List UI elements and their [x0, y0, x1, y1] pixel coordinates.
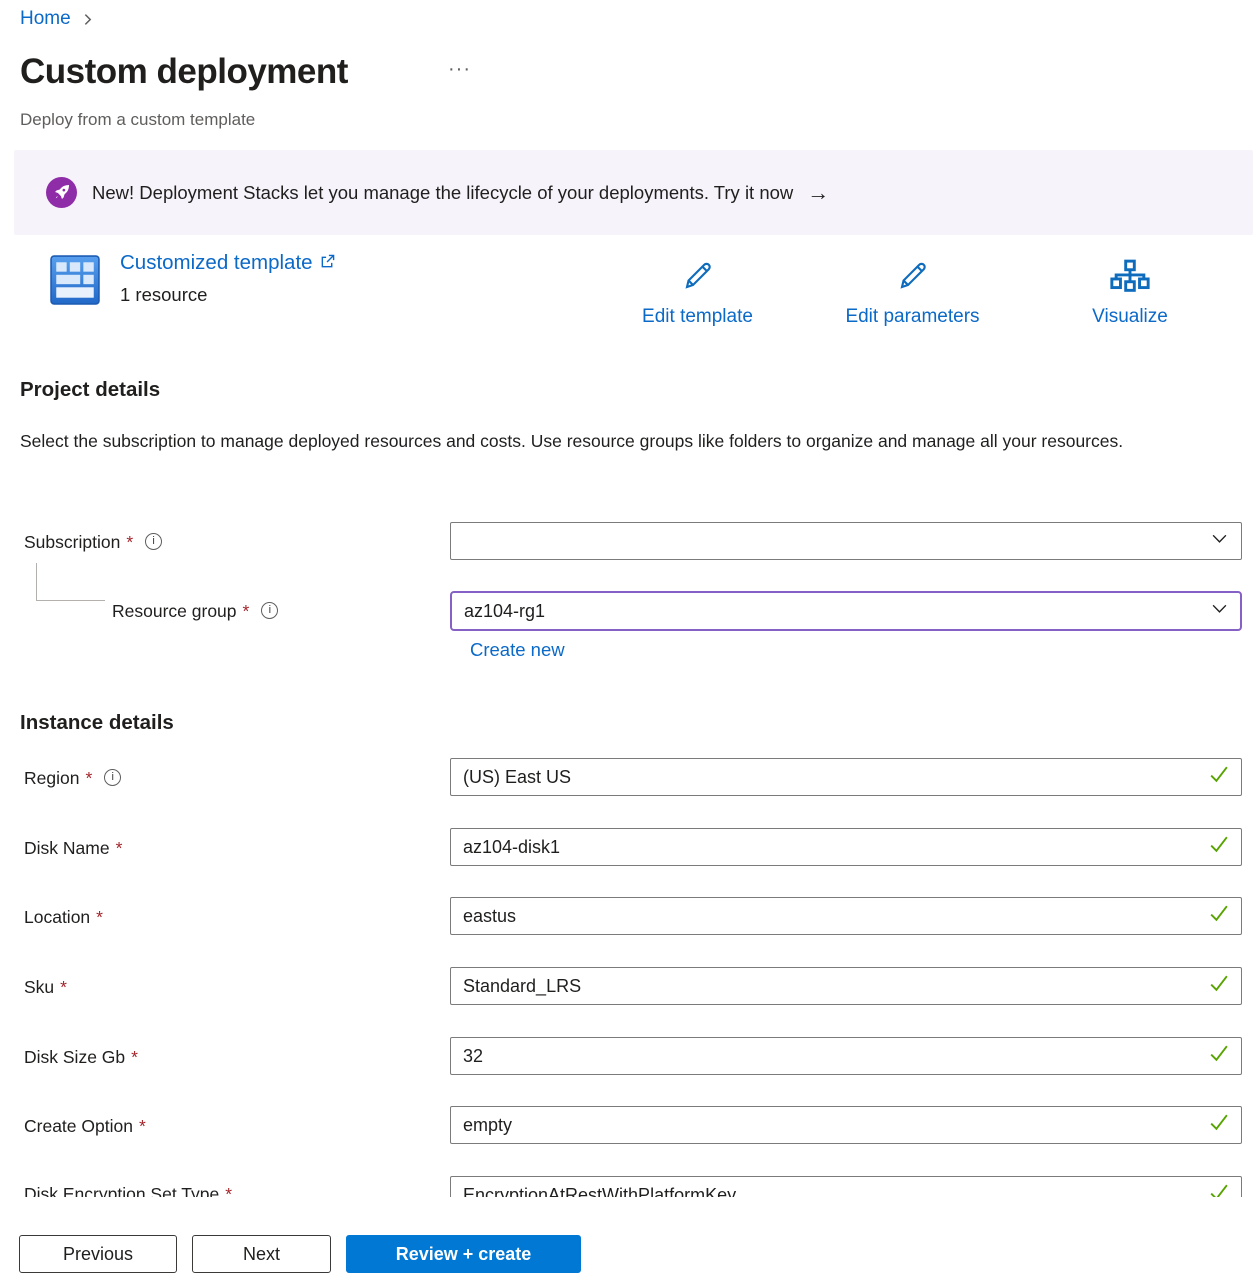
disk-size-label: Disk Size Gb *	[0, 1037, 450, 1075]
required-asterisk: *	[139, 1116, 146, 1137]
project-details-description: Select the subscription to manage deploy…	[20, 426, 1185, 457]
banner-message: New! Deployment Stacks let you manage th…	[92, 182, 793, 204]
page-title: Custom deployment	[20, 52, 348, 92]
valid-check-icon	[1207, 972, 1230, 1000]
valid-check-icon	[1207, 833, 1230, 861]
customized-template-link[interactable]: Customized template	[120, 251, 335, 275]
disk-size-input[interactable]	[450, 1037, 1242, 1075]
arrow-right-icon: →	[807, 180, 829, 206]
region-input[interactable]	[450, 758, 1242, 796]
breadcrumb-home-link[interactable]: Home	[20, 8, 71, 30]
sku-input[interactable]	[450, 967, 1242, 1005]
more-options-icon[interactable]: ···	[448, 58, 471, 81]
chevron-right-icon	[81, 13, 94, 26]
template-icon	[50, 255, 100, 305]
create-option-input[interactable]	[450, 1106, 1242, 1144]
instance-details-heading: Instance details	[20, 711, 174, 735]
page-subtitle: Deploy from a custom template	[20, 110, 255, 130]
edit-template-button[interactable]: Edit template	[600, 258, 795, 328]
resource-group-label: Resource group * i	[0, 591, 450, 631]
required-asterisk: *	[116, 838, 123, 859]
valid-check-icon	[1207, 1042, 1230, 1070]
breadcrumb: Home	[20, 8, 94, 30]
disk-name-input[interactable]	[450, 828, 1242, 866]
hierarchy-icon	[1110, 258, 1150, 300]
edit-parameters-button[interactable]: Edit parameters	[795, 258, 1030, 328]
resource-group-select[interactable]: az104-rg1	[450, 591, 1242, 631]
info-icon[interactable]: i	[261, 602, 278, 619]
region-label: Region * i	[0, 758, 450, 796]
subscription-label: Subscription * i	[0, 522, 450, 560]
review-create-button[interactable]: Review + create	[346, 1235, 581, 1273]
required-asterisk: *	[131, 1047, 138, 1068]
info-icon[interactable]: i	[104, 769, 121, 786]
location-input[interactable]	[450, 897, 1242, 935]
info-icon[interactable]: i	[145, 533, 162, 550]
required-asterisk: *	[243, 601, 250, 622]
next-button[interactable]: Next	[192, 1235, 331, 1273]
valid-check-icon	[1207, 763, 1230, 791]
pencil-icon	[894, 258, 931, 300]
subscription-row: Subscription * i	[0, 522, 1242, 560]
valid-check-icon	[1207, 902, 1230, 930]
create-option-row: Create Option *	[0, 1106, 1242, 1144]
deployment-stacks-banner[interactable]: New! Deployment Stacks let you manage th…	[14, 150, 1253, 235]
project-details-heading: Project details	[20, 378, 160, 402]
required-asterisk: *	[96, 907, 103, 928]
subscription-select[interactable]	[450, 522, 1242, 560]
location-label: Location *	[0, 897, 450, 935]
disk-name-row: Disk Name *	[0, 828, 1242, 866]
region-row: Region * i	[0, 758, 1242, 796]
create-new-link[interactable]: Create new	[470, 639, 565, 661]
sku-row: Sku *	[0, 967, 1242, 1005]
disk-name-label: Disk Name *	[0, 828, 450, 866]
resource-group-row: Resource group * i az104-rg1	[0, 591, 1242, 631]
location-row: Location *	[0, 897, 1242, 935]
required-asterisk: *	[126, 532, 133, 553]
previous-button[interactable]: Previous	[19, 1235, 177, 1273]
disk-size-row: Disk Size Gb *	[0, 1037, 1242, 1075]
create-option-label: Create Option *	[0, 1106, 450, 1144]
required-asterisk: *	[85, 768, 92, 789]
pencil-icon	[679, 258, 716, 300]
sku-label: Sku *	[0, 967, 450, 1005]
rocket-icon	[46, 177, 77, 208]
wizard-footer: Previous Next Review + create	[0, 1197, 1253, 1280]
template-toolbar: Edit template Edit parameters	[600, 258, 1240, 328]
visualize-button[interactable]: Visualize	[1030, 258, 1230, 328]
valid-check-icon	[1207, 1111, 1230, 1139]
external-link-icon	[320, 251, 335, 275]
template-resource-count: 1 resource	[120, 284, 207, 306]
required-asterisk: *	[60, 977, 67, 998]
